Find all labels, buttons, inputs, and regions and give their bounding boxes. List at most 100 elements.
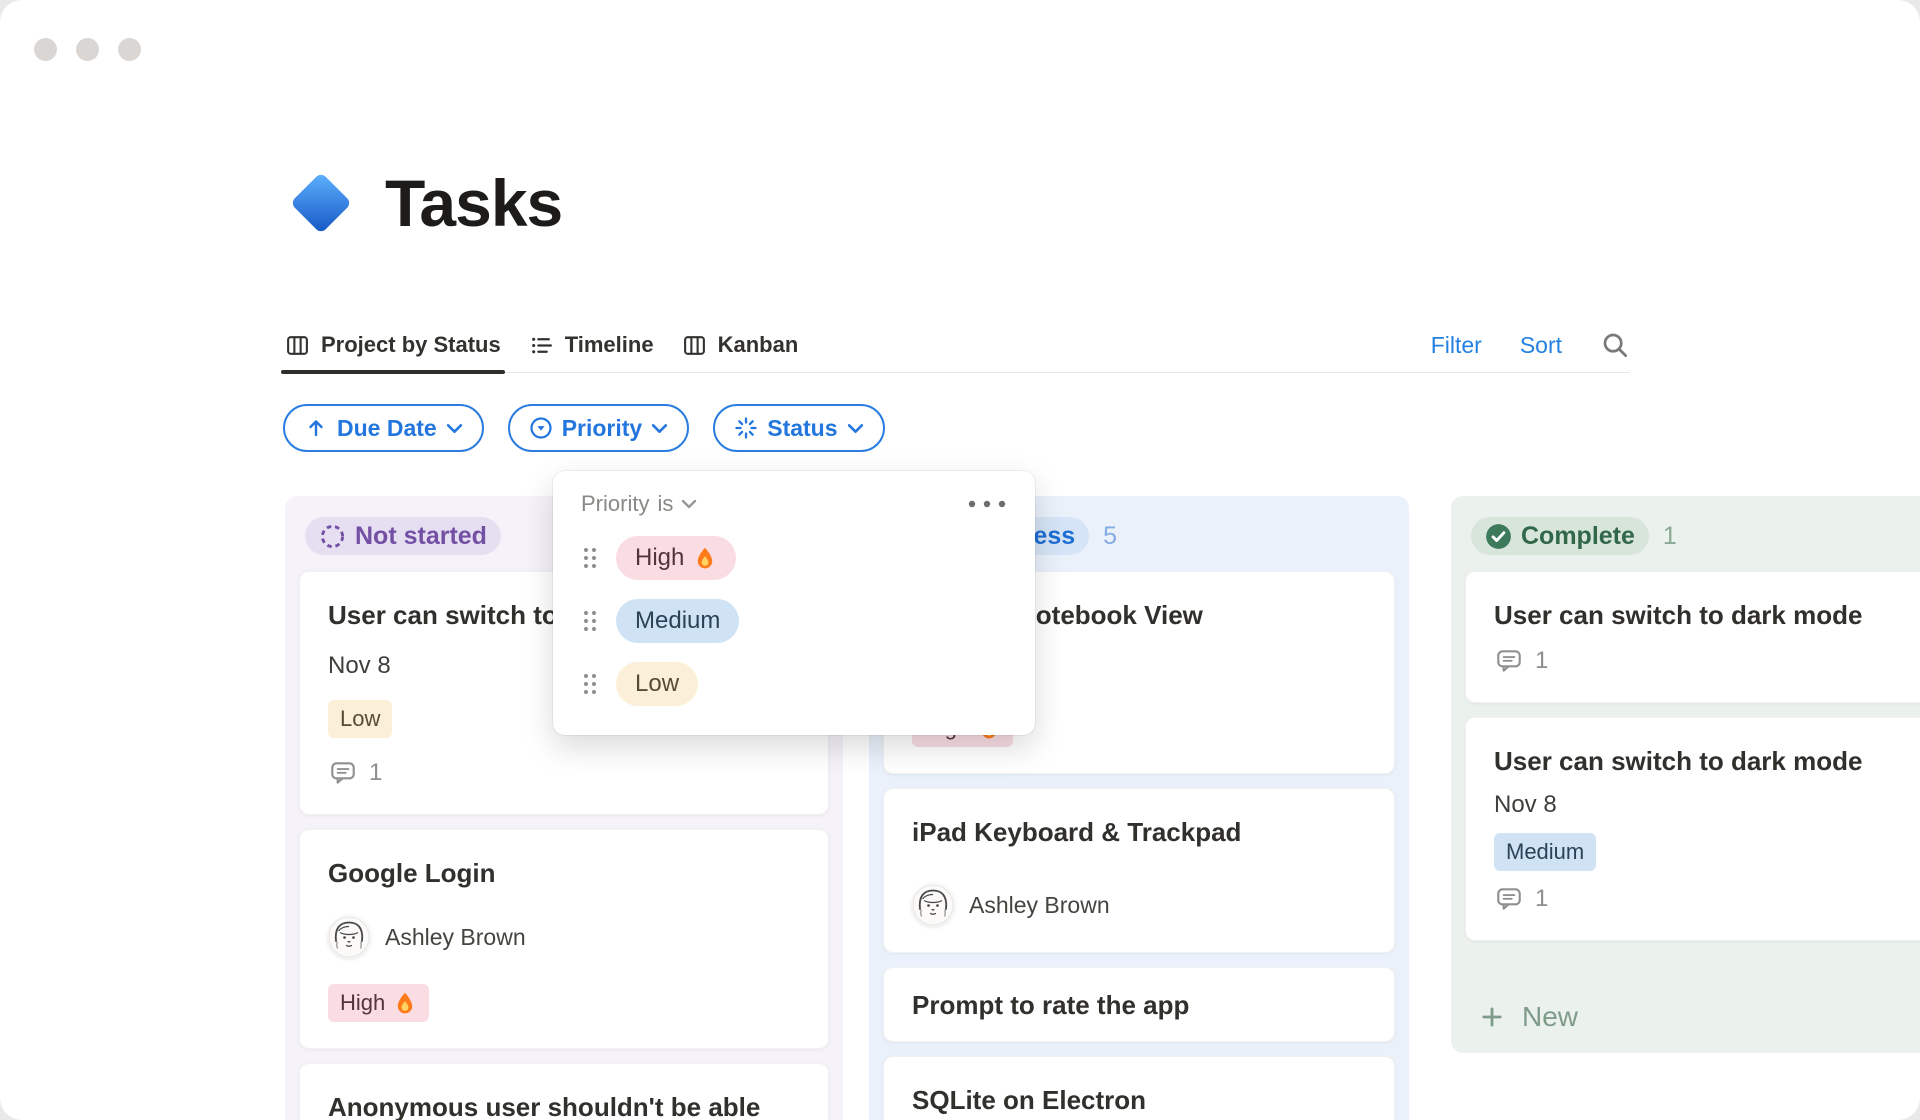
comment-icon (328, 758, 358, 788)
status-filter-pill[interactable]: Status (713, 404, 885, 452)
view-tabs-bar: Project by Status Timeline Kanban Filter… (281, 318, 1630, 374)
priority-option-high[interactable]: High (581, 536, 1007, 580)
filter-pill-label: Priority (561, 414, 643, 441)
plus-icon (1479, 1004, 1505, 1030)
task-card[interactable]: iPad Keyboard & Trackpad Ashley Brown (883, 788, 1395, 953)
active-filters-bar: Due Date Priority Status (283, 404, 885, 452)
priority-badge-high: High (328, 984, 430, 1022)
column-count: 1 (1662, 521, 1677, 550)
column-status-pill[interactable]: Not started (305, 517, 501, 555)
column-status-pill[interactable]: Complete (1471, 517, 1649, 555)
tab-label: Project by Status (321, 332, 501, 357)
maximize-window-button[interactable] (118, 38, 141, 61)
minimize-window-button[interactable] (76, 38, 99, 61)
priority-option-pill[interactable]: Medium (616, 599, 740, 643)
app-window: Tasks Project by Status Timeline Kanban … (0, 0, 1920, 1120)
chevron-down-icon (446, 423, 463, 434)
fire-icon (693, 546, 717, 570)
dashed-circle-icon (319, 523, 346, 550)
drag-handle-icon[interactable] (581, 608, 599, 634)
priority-filter-pill[interactable]: Priority (507, 404, 690, 452)
card-title: User can switch to dark mode (1494, 600, 1863, 630)
chevron-down-icon (681, 499, 697, 509)
column-name: Complete (1521, 521, 1635, 550)
comment-count-value: 1 (1535, 647, 1549, 674)
column-name: Not started (355, 521, 487, 550)
filter-rule-selector[interactable]: Priority is (581, 491, 697, 517)
status-burst-icon (734, 416, 758, 440)
comment-count: 1 (1494, 646, 1920, 676)
due-date-filter-pill[interactable]: Due Date (283, 404, 484, 452)
board-icon (682, 333, 707, 358)
assignee-name: Ashley Brown (385, 923, 526, 950)
chevron-down-icon (847, 423, 864, 434)
tab-kanban[interactable]: Kanban (682, 318, 799, 372)
card-list: User can switch to dark mode 1 User can … (1465, 571, 1920, 941)
chevron-down-icon (651, 423, 668, 434)
drag-handle-icon[interactable] (581, 545, 599, 571)
card-title: SQLite on Electron (912, 1085, 1147, 1115)
priority-option-pill[interactable]: Low (616, 662, 699, 706)
filter-field-name: Priority (581, 491, 650, 516)
tab-label: Kanban (717, 332, 799, 357)
priority-badge-medium: Medium (1494, 832, 1597, 871)
comment-icon (1494, 884, 1524, 914)
comment-count: 1 (328, 758, 800, 788)
assignee: Ashley Brown (912, 884, 1366, 926)
task-card[interactable]: Prompt to rate the app (883, 967, 1395, 1042)
window-controls (34, 38, 141, 61)
tab-timeline[interactable]: Timeline (529, 318, 654, 372)
new-card-label: New (1522, 1001, 1579, 1032)
filter-pill-label: Status (767, 414, 838, 441)
task-card[interactable]: User can switch to dark mode 1 (1465, 571, 1920, 703)
card-title: Prompt to rate the app (912, 990, 1190, 1020)
priority-filter-dropdown: Priority is High Medium Low (553, 471, 1035, 735)
task-card[interactable]: User can switch to dark mode Nov 8 Mediu… (1465, 717, 1920, 941)
card-title: Google Login (328, 858, 496, 888)
priority-option-pill[interactable]: High (616, 536, 737, 580)
search-icon[interactable] (1600, 330, 1630, 360)
filter-operator: is (657, 491, 674, 516)
assignee: Ashley Brown (328, 916, 800, 958)
comment-icon (1494, 646, 1524, 676)
column-header: Complete 1 (1471, 517, 1920, 555)
priority-option-low[interactable]: Low (581, 662, 1007, 706)
filter-pill-label: Due Date (337, 414, 437, 441)
sort-button[interactable]: Sort (1520, 332, 1562, 359)
card-title: iPad Keyboard & Trackpad (912, 817, 1242, 847)
check-circle-icon (1485, 523, 1512, 550)
ellipsis-icon (967, 500, 1007, 508)
tab-project-by-status[interactable]: Project by Status (281, 318, 505, 374)
card-title: Anonymous user shouldn't be able (328, 1092, 761, 1120)
comment-count: 1 (1494, 884, 1920, 914)
dropdown-options-menu-button[interactable] (967, 500, 1007, 508)
avatar (912, 884, 954, 926)
dropdown-header: Priority is (581, 491, 1007, 517)
view-tabs: Project by Status Timeline Kanban (281, 318, 799, 374)
priority-option-medium[interactable]: Medium (581, 599, 1007, 643)
blue-diamond-icon (283, 165, 359, 241)
task-card[interactable]: SQLite on Electron (883, 1056, 1395, 1120)
new-card-button[interactable]: New (1465, 991, 1920, 1039)
tab-label: Timeline (564, 332, 654, 357)
column-count: 5 (1103, 521, 1118, 550)
priority-badge-low: Low (328, 700, 393, 738)
priority-circle-icon (529, 416, 553, 440)
page-title: Tasks (385, 166, 563, 240)
column-complete: Complete 1 User can switch to dark mode … (1451, 496, 1920, 1053)
timeline-icon (529, 333, 554, 358)
task-card[interactable]: Anonymous user shouldn't be able (299, 1063, 829, 1120)
board-icon (285, 333, 310, 358)
card-title: User can switch to dark mode (1494, 746, 1863, 776)
drag-handle-icon[interactable] (581, 671, 599, 697)
assignee-name: Ashley Brown (969, 891, 1110, 918)
task-card[interactable]: Google Login Ashley Brown High (299, 829, 829, 1049)
close-window-button[interactable] (34, 38, 57, 61)
avatar (328, 916, 370, 958)
filter-button[interactable]: Filter (1431, 332, 1482, 359)
arrow-up-icon (304, 416, 328, 440)
page-header: Tasks (283, 165, 563, 241)
fire-icon (393, 991, 417, 1015)
card-due-date: Nov 8 (1494, 791, 1557, 819)
view-actions: Filter Sort (1431, 330, 1630, 360)
